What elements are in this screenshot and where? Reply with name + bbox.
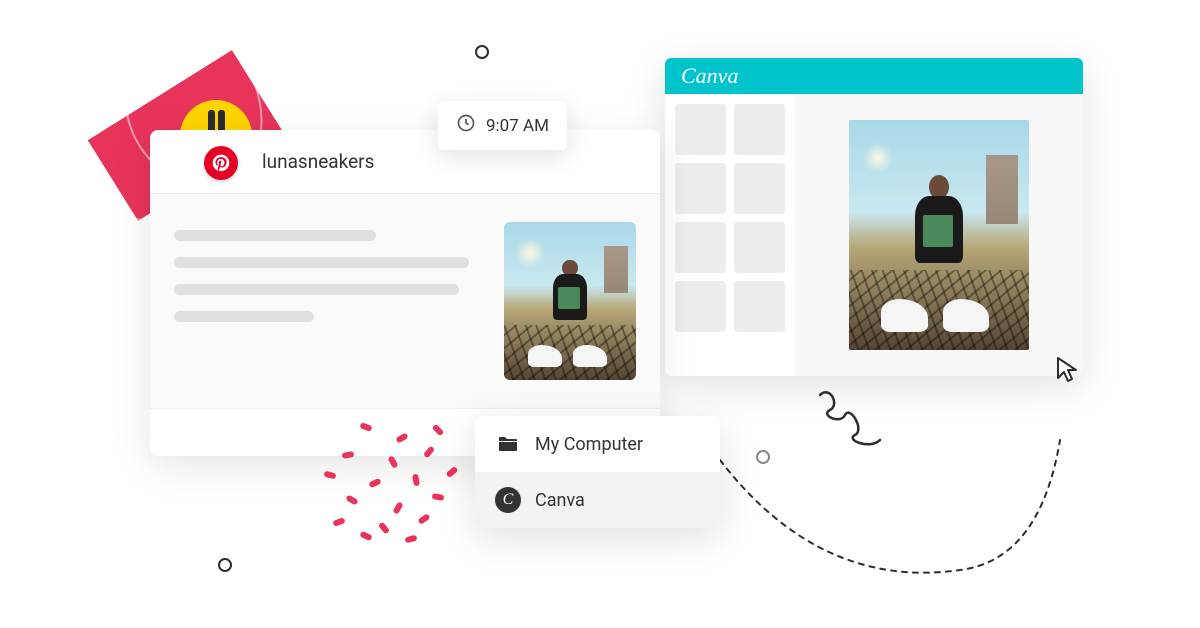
post-image-thumbnail[interactable]: [504, 222, 636, 380]
canva-template-grid[interactable]: [665, 94, 795, 376]
canva-template-thumb[interactable]: [675, 281, 726, 332]
decoration-circle: [475, 45, 489, 59]
menu-item-label: Canva: [535, 490, 585, 511]
pinterest-icon: [204, 146, 238, 180]
scheduled-time-badge[interactable]: 9:07 AM: [438, 101, 567, 150]
canva-template-thumb[interactable]: [734, 222, 785, 273]
post-username: lunasneakers: [262, 150, 374, 173]
canva-template-thumb[interactable]: [675, 222, 726, 273]
canva-template-thumb[interactable]: [734, 104, 785, 155]
scheduled-time-text: 9:07 AM: [486, 116, 549, 136]
image-source-menu: My Computer C Canva: [475, 416, 720, 528]
canva-logo: Canva: [681, 63, 738, 89]
post-body: [150, 194, 660, 408]
canva-template-thumb[interactable]: [675, 104, 726, 155]
clock-icon: [456, 113, 476, 138]
canva-titlebar: Canva: [665, 58, 1083, 94]
canva-app-window: Canva: [665, 58, 1083, 376]
canva-template-thumb[interactable]: [734, 281, 785, 332]
post-text-placeholder: [174, 222, 484, 338]
cursor-icon: [1054, 354, 1086, 386]
source-option-canva[interactable]: C Canva: [475, 472, 720, 528]
decoration-confetti: [306, 410, 486, 550]
canva-template-thumb[interactable]: [734, 163, 785, 214]
canva-icon: C: [495, 487, 521, 513]
source-option-computer[interactable]: My Computer: [475, 416, 720, 472]
decoration-circle: [218, 558, 232, 572]
canva-canvas-area[interactable]: [795, 94, 1083, 376]
folder-icon: [495, 431, 521, 457]
menu-item-label: My Computer: [535, 434, 643, 455]
canva-design-image[interactable]: [849, 120, 1029, 350]
canva-template-thumb[interactable]: [675, 163, 726, 214]
decoration-squiggle: [810, 380, 910, 460]
